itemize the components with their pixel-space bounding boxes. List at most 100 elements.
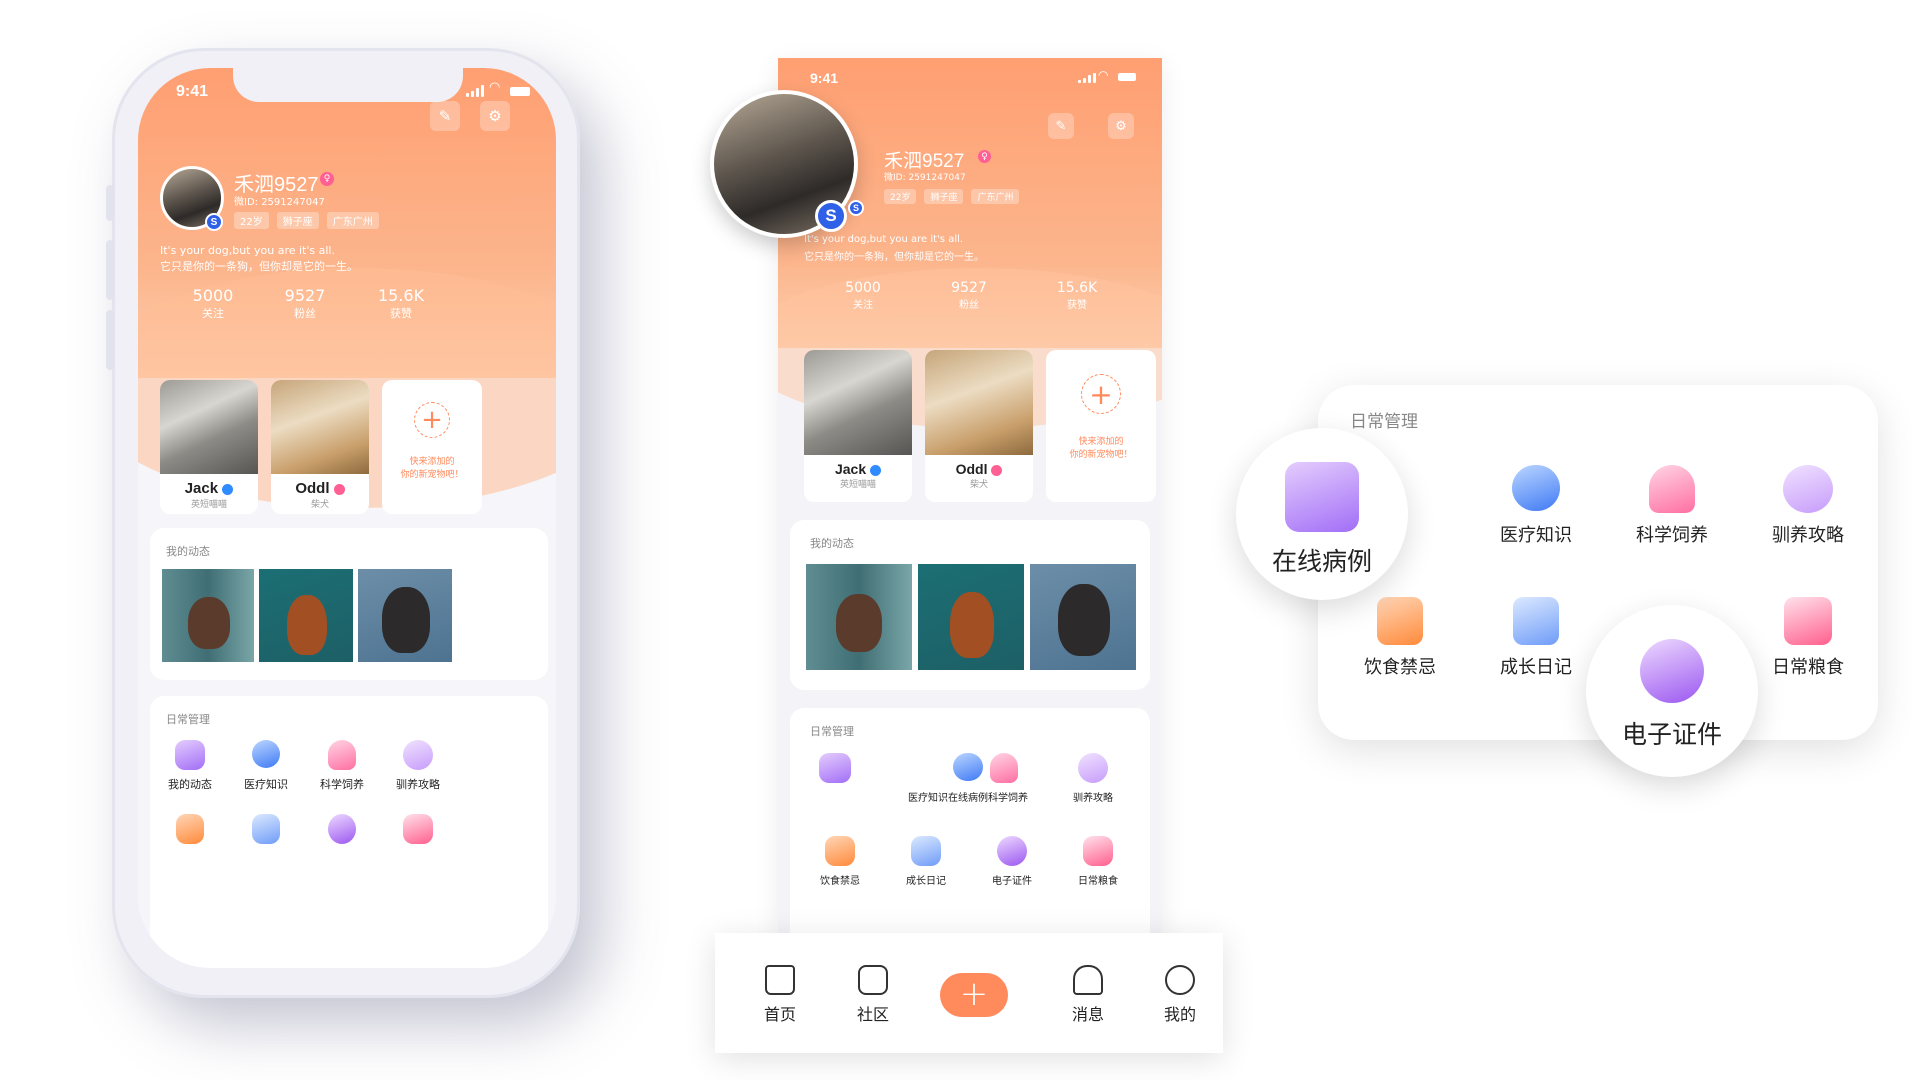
chat-icon	[1078, 753, 1108, 783]
grid-item-diet[interactable]: 饮食禁忌	[810, 836, 870, 887]
add-pet-card[interactable]: + 快来添加的 你的新宠物吧！	[1046, 350, 1156, 502]
online-case-label: 在线病例	[1271, 547, 1372, 576]
daily-title: 日常管理	[1350, 412, 1418, 432]
bell-icon	[1073, 965, 1103, 995]
bottle-icon[interactable]	[990, 753, 1018, 783]
verify-icon	[333, 483, 345, 495]
moment-photo[interactable]	[918, 564, 1024, 670]
add-pet-hint: 快来添加的 你的新宠物吧！	[1069, 437, 1133, 460]
grid-item-feeding[interactable]: 科学饲养	[1612, 465, 1732, 547]
diary-icon	[1513, 597, 1559, 645]
pet-breed: 柴犬	[310, 500, 329, 510]
gender-icon: ♀	[978, 150, 991, 163]
pet-breed: 英短喵喵	[190, 500, 227, 510]
grid-item-feeding[interactable]: 科学饲养	[312, 740, 372, 792]
grid-item-online-case[interactable]	[810, 753, 860, 783]
camera-icon	[858, 965, 888, 995]
stat-follow[interactable]: 5000 关注	[178, 286, 248, 321]
settings-icon[interactable]: ⚙	[480, 101, 510, 131]
grid-item-medical[interactable]: 医疗知识在线病例科学饲养	[888, 753, 1048, 804]
bio-cn: 它只是你的一条狗，但你却是它的一生。	[804, 252, 984, 263]
e-certificate-bubble[interactable]: 电子证件	[1586, 605, 1758, 777]
status-time: 9:41	[176, 83, 209, 100]
grid-item-food[interactable]: 日常粮食	[1748, 597, 1868, 679]
phone-side-button	[106, 185, 114, 221]
moments-title: 我的动态	[810, 537, 854, 550]
grid-item-certificate[interactable]: 电子证件	[982, 836, 1042, 887]
grid-item-medical[interactable]: 医疗知识	[1476, 465, 1596, 547]
home-icon	[765, 965, 795, 995]
stat-likes[interactable]: 15.6K 获赞	[366, 286, 436, 321]
moment-photo[interactable]	[162, 569, 254, 662]
grid-item-training[interactable]: 驯养攻略	[1058, 753, 1128, 804]
moments-title: 我的动态	[166, 545, 210, 558]
add-pet-card[interactable]: + 快来添加的 你的新宠物吧！	[382, 380, 482, 514]
pet-card-oddl[interactable]: Oddl 柴犬	[925, 350, 1033, 502]
grid-item-moments[interactable]: 我的动态	[160, 740, 220, 792]
user-id: 微ID: 2591247047	[234, 197, 325, 208]
chart-icon	[819, 753, 851, 783]
daily-management-card: 日常管理 医疗知识在线病例科学饲养 驯养攻略 饮食禁忌 成长日记 电子证件 日常…	[790, 708, 1150, 938]
grid-item-food[interactable]: 日常粮食	[1068, 836, 1128, 887]
bag-icon	[1784, 597, 1832, 645]
grid-item-diet[interactable]: 饮食禁忌	[1340, 597, 1460, 679]
badge-icon	[997, 836, 1027, 866]
grid-item-certificate[interactable]	[312, 814, 372, 844]
grid-item-food[interactable]	[388, 814, 448, 844]
add-pet-plus-icon: +	[1081, 374, 1121, 414]
battery-icon	[1118, 73, 1136, 81]
add-pet-plus-icon: +	[414, 402, 450, 438]
wifi-icon: ◠	[1098, 68, 1109, 82]
verify-badge-large: S	[815, 200, 847, 232]
tab-mine[interactable]: 我的	[1150, 965, 1210, 1025]
moment-photo[interactable]	[806, 564, 912, 670]
food-icon	[1377, 597, 1423, 645]
e-certificate-label: 电子证件	[1621, 720, 1722, 749]
tab-messages[interactable]: 消息	[1058, 965, 1118, 1025]
bio-en: It's your dog,but you are it's all.	[160, 244, 335, 257]
grid-item-training[interactable]: 驯养攻略	[1748, 465, 1868, 547]
stat-follow[interactable]: 5000 关注	[828, 280, 898, 311]
verify-icon	[870, 464, 882, 476]
pill-icon	[953, 753, 983, 781]
pet-card-jack[interactable]: Jack 英短喵喵	[804, 350, 912, 502]
phone-notch	[233, 68, 463, 102]
diary-icon	[252, 814, 280, 844]
grid-item-training[interactable]: 驯养攻略	[388, 740, 448, 792]
tag-age: 22岁	[234, 212, 269, 229]
user-tags: 22岁 狮子座 广东广州	[884, 185, 1027, 204]
bio-en: It's your dog,but you are it's all.	[804, 234, 964, 245]
grid-item-diary[interactable]: 成长日记	[896, 836, 956, 887]
signal-icon	[1078, 73, 1096, 83]
pet-photo	[804, 350, 912, 455]
pill-icon	[252, 740, 280, 768]
food-icon	[176, 814, 204, 844]
verify-badge: S	[205, 213, 223, 231]
moment-photo[interactable]	[259, 569, 353, 662]
stat-fans[interactable]: 9527 粉丝	[934, 280, 1004, 311]
add-pet-hint: 快来添加的 你的新宠物吧！	[400, 457, 464, 480]
tab-community[interactable]: 社区	[843, 965, 903, 1025]
moment-photo[interactable]	[1030, 564, 1136, 670]
pet-card-oddl[interactable]: Oddl 柴犬	[271, 380, 369, 514]
stat-likes[interactable]: 15.6K 获赞	[1042, 280, 1112, 311]
battery-icon	[510, 87, 530, 96]
edit-icon[interactable]: ✎	[1048, 113, 1074, 139]
online-case-bubble[interactable]: 在线病例	[1236, 428, 1408, 600]
wifi-icon: ◠	[489, 80, 501, 95]
edit-icon[interactable]: ✎	[430, 101, 460, 131]
grid-item-diary[interactable]: 成长日记	[1476, 597, 1596, 679]
settings-icon[interactable]: ⚙	[1108, 113, 1134, 139]
grid-item-medical[interactable]: 医疗知识	[236, 740, 296, 792]
moments-card: 我的动态	[150, 528, 548, 680]
tab-home[interactable]: 首页	[750, 965, 810, 1025]
grid-item-diary[interactable]	[236, 814, 296, 844]
add-post-button[interactable]: +	[940, 973, 1008, 1017]
stat-fans[interactable]: 9527 粉丝	[270, 286, 340, 321]
pet-card-jack[interactable]: Jack 英短喵喵	[160, 380, 258, 514]
gender-icon: ♀	[320, 172, 334, 186]
chat-icon	[1783, 465, 1833, 513]
moment-photo[interactable]	[358, 569, 452, 662]
grid-item-diet[interactable]	[160, 814, 220, 844]
user-icon	[1165, 965, 1195, 995]
